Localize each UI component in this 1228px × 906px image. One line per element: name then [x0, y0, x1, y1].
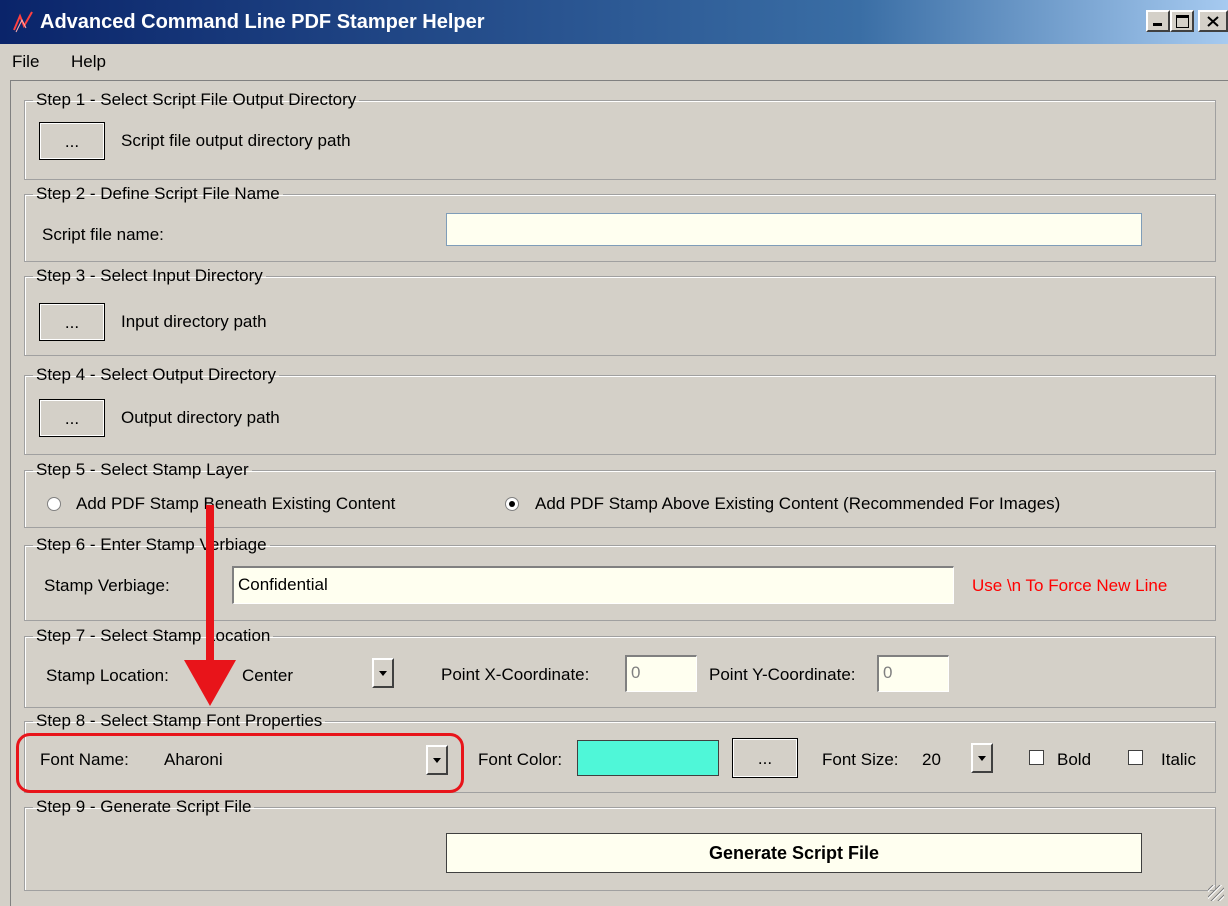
menu-help[interactable]: Help: [71, 52, 106, 72]
maximize-button[interactable]: [1170, 10, 1194, 32]
input-dir-browse-button[interactable]: ...: [40, 304, 104, 340]
stamp-verbiage-label: Stamp Verbiage:: [44, 576, 170, 595]
point-y-label: Point Y-Coordinate:: [709, 665, 856, 684]
step5-legend: Step 5 - Select Stamp Layer: [36, 460, 249, 479]
step1-legend: Step 1 - Select Script File Output Direc…: [36, 90, 357, 109]
font-name-dropdown[interactable]: Aharoni: [150, 742, 450, 778]
title-bar: Advanced Command Line PDF Stamper Helper: [0, 0, 1228, 44]
close-button[interactable]: [1198, 10, 1228, 32]
output-dir-path-label: Output directory path: [121, 408, 280, 427]
stamp-location-value: Center: [242, 666, 294, 685]
font-size-value: 20: [922, 750, 941, 769]
stamp-location-label: Stamp Location:: [46, 666, 169, 685]
layer-above-radio[interactable]: [505, 497, 519, 511]
step3-legend: Step 3 - Select Input Directory: [36, 266, 263, 285]
step9-legend: Step 9 - Generate Script File: [36, 797, 252, 816]
italic-checkbox[interactable]: [1128, 750, 1143, 765]
script-output-browse-button[interactable]: ...: [40, 123, 104, 159]
output-dir-browse-button[interactable]: ...: [40, 400, 104, 436]
step4-legend: Step 4 - Select Output Directory: [36, 365, 276, 384]
layer-beneath-label[interactable]: Add PDF Stamp Beneath Existing Content: [76, 494, 395, 514]
bold-label[interactable]: Bold: [1057, 750, 1091, 770]
chevron-down-icon[interactable]: [971, 743, 993, 773]
font-name-value: Aharoni: [164, 750, 223, 769]
chevron-down-icon[interactable]: [426, 745, 448, 775]
point-x-input[interactable]: [625, 655, 697, 692]
chevron-down-icon[interactable]: [372, 658, 394, 688]
annotation-arrow-head: [184, 660, 236, 706]
minimize-button[interactable]: [1146, 10, 1170, 32]
maximize-icon: [1176, 15, 1189, 28]
new-line-hint: Use \n To Force New Line: [972, 576, 1168, 595]
step6-legend: Step 6 - Enter Stamp Verbiage: [36, 535, 267, 554]
italic-label[interactable]: Italic: [1161, 750, 1196, 770]
close-icon: [1207, 16, 1219, 27]
script-file-name-label: Script file name:: [42, 225, 164, 244]
font-size-label: Font Size:: [822, 750, 899, 769]
annotation-arrow-shaft: [206, 505, 214, 665]
layer-above-label[interactable]: Add PDF Stamp Above Existing Content (Re…: [535, 494, 1060, 514]
generate-script-button[interactable]: Generate Script File: [446, 833, 1142, 873]
resize-grip-icon[interactable]: [1208, 885, 1224, 901]
point-y-input[interactable]: [877, 655, 949, 692]
script-file-name-input[interactable]: [446, 213, 1142, 246]
menu-file[interactable]: File: [12, 52, 39, 72]
minimize-icon: [1153, 23, 1162, 26]
font-color-label: Font Color:: [478, 750, 563, 769]
font-color-swatch: [577, 740, 719, 776]
stamp-verbiage-input[interactable]: [232, 566, 954, 604]
step7-legend: Step 7 - Select Stamp Location: [36, 626, 271, 645]
bold-checkbox[interactable]: [1029, 750, 1044, 765]
font-color-browse-button[interactable]: ...: [733, 739, 797, 777]
point-x-label: Point X-Coordinate:: [441, 665, 590, 684]
input-dir-path-label: Input directory path: [121, 312, 267, 331]
font-size-dropdown[interactable]: 20: [915, 740, 999, 776]
stamp-location-dropdown[interactable]: Center: [232, 656, 398, 692]
font-name-label: Font Name:: [40, 750, 129, 769]
menu-bar: File Help: [0, 46, 1228, 78]
step8-legend: Step 8 - Select Stamp Font Properties: [36, 711, 323, 730]
step3-group: Step 3 - Select Input Directory: [24, 266, 1216, 356]
window-title: Advanced Command Line PDF Stamper Helper: [40, 11, 485, 33]
layer-beneath-radio[interactable]: [47, 497, 61, 511]
script-output-path-label: Script file output directory path: [121, 131, 351, 150]
app-icon: [13, 11, 33, 33]
step2-legend: Step 2 - Define Script File Name: [36, 184, 280, 203]
